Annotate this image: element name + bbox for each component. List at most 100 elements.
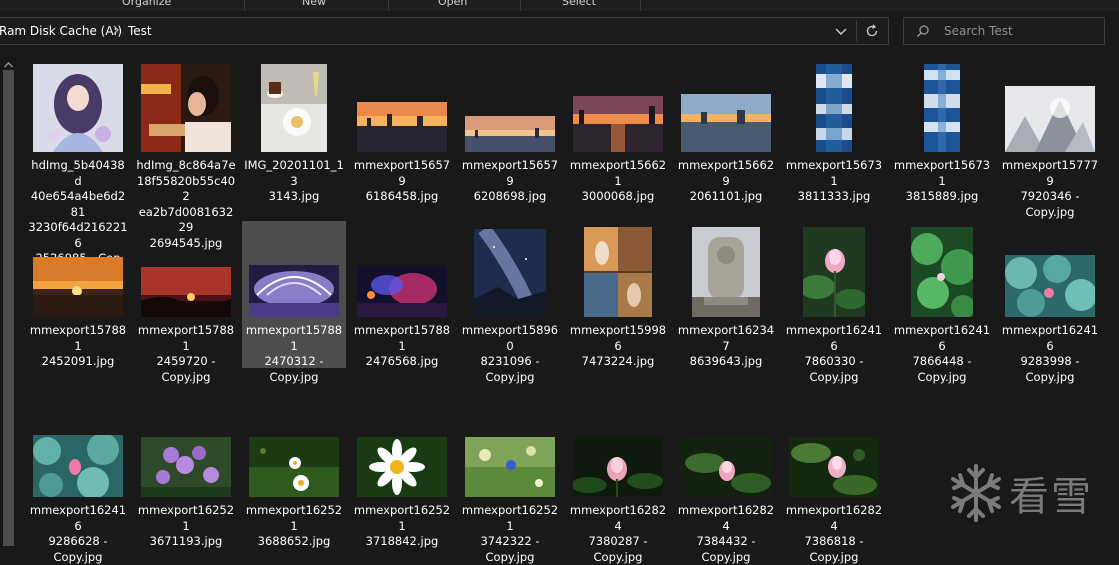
file-name-line: 7920346 - bbox=[1000, 189, 1100, 205]
file-item[interactable]: mmexport1577797920346 -Copy.jpg bbox=[998, 56, 1102, 203]
file-name-line: 6186458.jpg bbox=[352, 189, 452, 205]
vertical-scrollbar[interactable] bbox=[0, 54, 17, 547]
file-name-line: mmexport157881 bbox=[28, 323, 128, 354]
address-bar[interactable]: Ram Disk Cache (A:) Test bbox=[0, 17, 889, 45]
search-placeholder: Search Test bbox=[944, 24, 1013, 38]
file-thumbnail bbox=[242, 56, 346, 156]
file-thumbnail bbox=[26, 56, 130, 156]
file-item[interactable]: mmexport1624169286628 -Copy.jpg bbox=[26, 401, 130, 548]
file-item[interactable]: mmexport1624167866448 -Copy.jpg bbox=[890, 221, 994, 368]
file-name-line: 3815889.jpg bbox=[892, 189, 992, 205]
file-item[interactable]: IMG_20201101_133143.jpg bbox=[242, 56, 346, 203]
file-name: mmexport1625213671193.jpg bbox=[136, 503, 236, 550]
file-name: mmexport1578812452091.jpg bbox=[28, 323, 128, 370]
file-name: mmexport1623478639643.jpg bbox=[676, 323, 776, 370]
file-thumbnail bbox=[134, 221, 238, 321]
file-item[interactable]: mmexport1578812470312 -Copy.jpg bbox=[242, 221, 346, 368]
file-name: mmexport1567313811333.jpg bbox=[784, 158, 884, 205]
file-item[interactable]: mmexport1628247384432 -Copy.jpg bbox=[674, 401, 778, 548]
breadcrumb-folder[interactable]: Test bbox=[128, 24, 152, 38]
file-item[interactable]: mmexport1567313811333.jpg bbox=[782, 56, 886, 203]
file-name: mmexport1625213718842.jpg bbox=[352, 503, 452, 550]
file-item[interactable]: mmexport1567313815889.jpg bbox=[890, 56, 994, 203]
file-item[interactable]: mmexport1628247386818 -Copy.jpg bbox=[782, 401, 886, 548]
file-name: mmexport1567313815889.jpg bbox=[892, 158, 992, 205]
file-name-line: 7866448 - bbox=[892, 354, 992, 370]
file-name: mmexport1624169283998 -Copy.jpg bbox=[1000, 323, 1100, 385]
file-item[interactable]: mmexport1566292061101.jpg bbox=[674, 56, 778, 203]
file-item[interactable]: mmexport1623478639643.jpg bbox=[674, 221, 778, 368]
chevron-right-icon[interactable] bbox=[112, 23, 120, 40]
file-thumbnail bbox=[998, 56, 1102, 156]
file-item[interactable]: mmexport1625213718842.jpg bbox=[350, 401, 454, 548]
file-item[interactable]: mmexport1578812476568.jpg bbox=[350, 221, 454, 368]
file-item[interactable]: mmexport1589608231096 -Copy.jpg bbox=[458, 221, 562, 368]
file-thumbnail bbox=[458, 401, 562, 501]
file-item[interactable]: mmexport1624169283998 -Copy.jpg bbox=[998, 221, 1102, 368]
file-name: mmexport1578812470312 -Copy.jpg bbox=[244, 323, 344, 385]
file-name-line: 2476568.jpg bbox=[352, 354, 452, 370]
chevron-down-icon[interactable] bbox=[834, 24, 848, 38]
file-name: mmexport1599867473224.jpg bbox=[568, 323, 668, 370]
file-thumbnail bbox=[350, 401, 454, 501]
file-name-line: 7860330 - bbox=[784, 354, 884, 370]
file-name-line: mmexport157881 bbox=[136, 323, 236, 354]
file-name: mmexport1628247386818 -Copy.jpg bbox=[784, 503, 884, 565]
file-name-line: mmexport162521 bbox=[352, 503, 452, 534]
ribbon-group-open: Open bbox=[438, 0, 467, 8]
file-name-line: Copy.jpg bbox=[784, 370, 884, 386]
file-item[interactable]: mmexport1625213688652.jpg bbox=[242, 401, 346, 548]
watermark-text: 看雪 bbox=[1009, 464, 1093, 522]
search-icon bbox=[916, 24, 930, 38]
file-name: mmexport1566213000068.jpg bbox=[568, 158, 668, 205]
file-name-line: mmexport156731 bbox=[892, 158, 992, 189]
file-name-line: IMG_20201101_13 bbox=[244, 158, 344, 189]
file-item[interactable]: mmexport1565796186458.jpg bbox=[350, 56, 454, 203]
file-name-line: 40e654a4be6d281 bbox=[28, 189, 128, 220]
file-item[interactable]: mmexport1565796208698.jpg bbox=[458, 56, 562, 203]
file-name-line: 9283998 - bbox=[1000, 354, 1100, 370]
file-name-line: 3811333.jpg bbox=[784, 189, 884, 205]
file-name-line: mmexport162521 bbox=[460, 503, 560, 534]
file-item[interactable]: mmexport1578812459720 -Copy.jpg bbox=[134, 221, 238, 368]
file-item[interactable]: hdImg_8c864a7e18f55820b55c402ea2b7d00816… bbox=[134, 56, 238, 203]
file-name-line: mmexport157779 bbox=[1000, 158, 1100, 189]
file-name: mmexport1624169286628 -Copy.jpg bbox=[28, 503, 128, 565]
file-item[interactable]: mmexport1624167860330 -Copy.jpg bbox=[782, 221, 886, 368]
file-thumbnail bbox=[782, 221, 886, 321]
ribbon-group-new: New bbox=[302, 0, 326, 8]
refresh-icon[interactable] bbox=[864, 23, 880, 39]
file-name: mmexport1565796208698.jpg bbox=[460, 158, 560, 205]
breadcrumb-drive[interactable]: Ram Disk Cache (A:) bbox=[0, 24, 122, 38]
file-thumbnail bbox=[134, 401, 238, 501]
file-thumbnail bbox=[782, 401, 886, 501]
file-name-line: 3143.jpg bbox=[244, 189, 344, 205]
file-item[interactable]: mmexport1578812452091.jpg bbox=[26, 221, 130, 368]
scrollbar-thumb[interactable] bbox=[3, 70, 14, 546]
search-box[interactable]: Search Test bbox=[903, 17, 1105, 45]
file-thumbnail bbox=[890, 221, 994, 321]
file-thumbnail bbox=[782, 56, 886, 156]
file-item[interactable]: mmexport1599867473224.jpg bbox=[566, 221, 670, 368]
file-thumbnail bbox=[674, 221, 778, 321]
file-name-line: 3688652.jpg bbox=[244, 534, 344, 550]
file-name-line: 7473224.jpg bbox=[568, 354, 668, 370]
file-name-line: 7386818 - bbox=[784, 534, 884, 550]
file-thumbnail bbox=[350, 221, 454, 321]
file-name: IMG_20201101_133143.jpg bbox=[244, 158, 344, 205]
scroll-up-arrow-icon[interactable] bbox=[3, 58, 14, 66]
file-item[interactable]: mmexport1625213671193.jpg bbox=[134, 401, 238, 548]
file-name-line: Copy.jpg bbox=[676, 550, 776, 565]
file-item[interactable]: mmexport1628247380287 -Copy.jpg bbox=[566, 401, 670, 548]
file-item[interactable]: hdImg_5b40438d40e654a4be6d2813230f64d216… bbox=[26, 56, 130, 203]
ribbon-group-labels: Organize New Open Select bbox=[0, 0, 1119, 11]
file-name-line: hdImg_5b40438d bbox=[28, 158, 128, 189]
file-name: mmexport1624167866448 -Copy.jpg bbox=[892, 323, 992, 385]
file-item[interactable]: mmexport1566213000068.jpg bbox=[566, 56, 670, 203]
file-name: mmexport1628247384432 -Copy.jpg bbox=[676, 503, 776, 565]
file-item[interactable]: mmexport1625213742322 -Copy.jpg bbox=[458, 401, 562, 548]
file-name-line: 6208698.jpg bbox=[460, 189, 560, 205]
snowflake-icon bbox=[945, 462, 1007, 527]
file-name-line: 8639643.jpg bbox=[676, 354, 776, 370]
address-divider bbox=[856, 21, 857, 41]
